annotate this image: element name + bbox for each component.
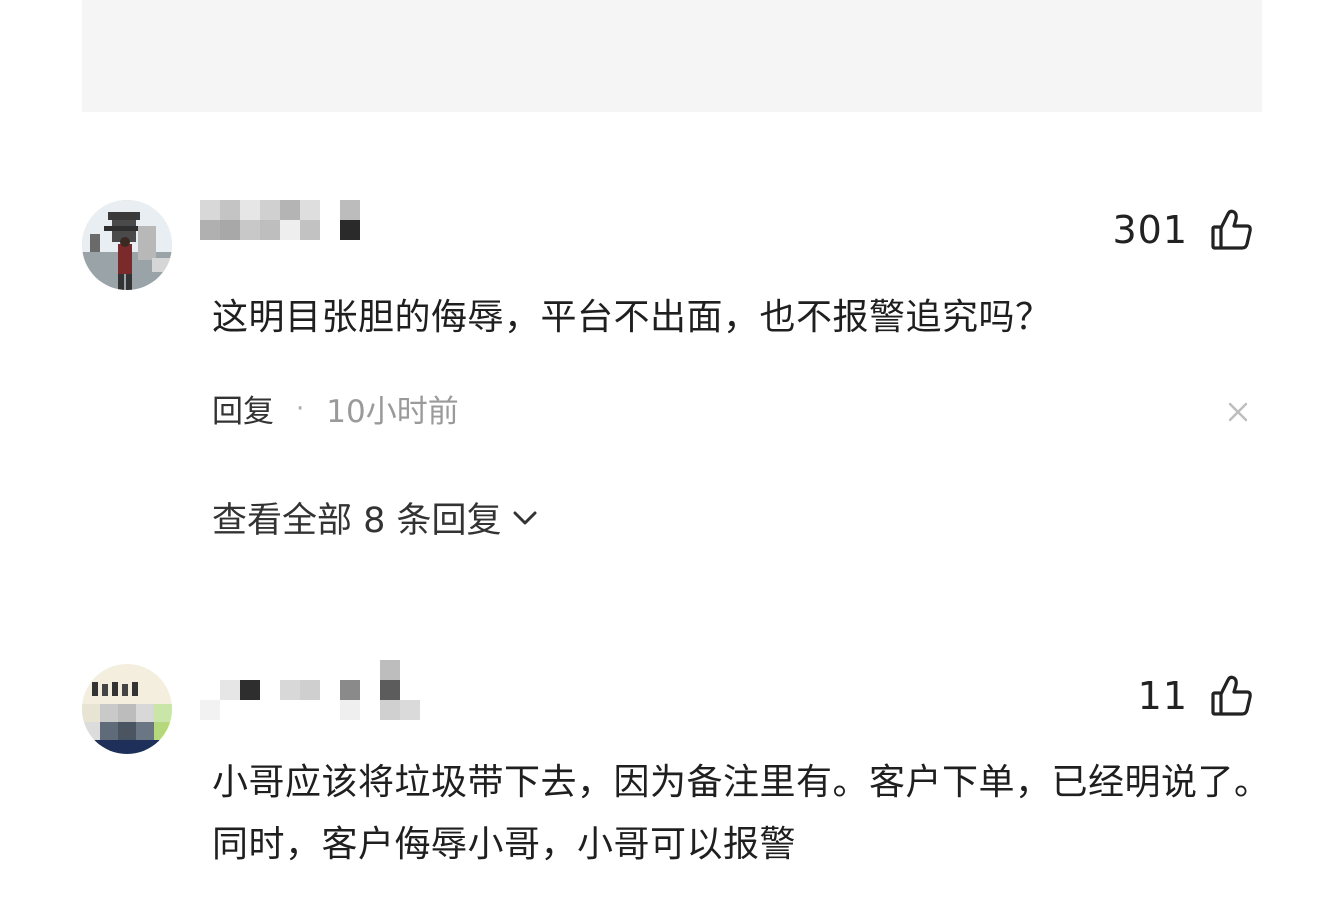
comment-text: 小哥应该将垃圾带下去，因为备注里有。客户下单，已经明说了。同时，客户侮辱小哥，小… <box>212 762 1271 865</box>
avatar[interactable] <box>82 664 172 754</box>
username-blurred[interactable] <box>200 660 420 720</box>
like-count: 301 <box>1112 208 1188 252</box>
avatar[interactable] <box>82 200 172 290</box>
previous-content-card <box>82 0 1262 112</box>
like-button[interactable]: 11 <box>1138 674 1254 718</box>
like-button[interactable]: 301 <box>1112 208 1254 252</box>
like-count: 11 <box>1137 674 1188 718</box>
reply-button[interactable]: 回复 <box>212 386 274 431</box>
username-blurred[interactable] <box>200 200 360 240</box>
comment-meta: 回复 · 10小时前 <box>212 386 459 431</box>
comment-text: 这明目张胆的侮辱，平台不出面，也不报警追究吗？ <box>212 297 1052 338</box>
chevron-down-icon <box>510 503 540 533</box>
thumbs-up-icon[interactable] <box>1210 674 1254 718</box>
comment-time: 10小时前 <box>326 394 459 430</box>
separator-dot: · <box>296 393 305 424</box>
close-icon[interactable] <box>1226 400 1250 424</box>
view-all-replies-button[interactable]: 查看全部 8 条回复 <box>212 492 540 543</box>
view-replies-label: 查看全部 8 条回复 <box>212 501 502 541</box>
thumbs-up-icon[interactable] <box>1210 208 1254 252</box>
